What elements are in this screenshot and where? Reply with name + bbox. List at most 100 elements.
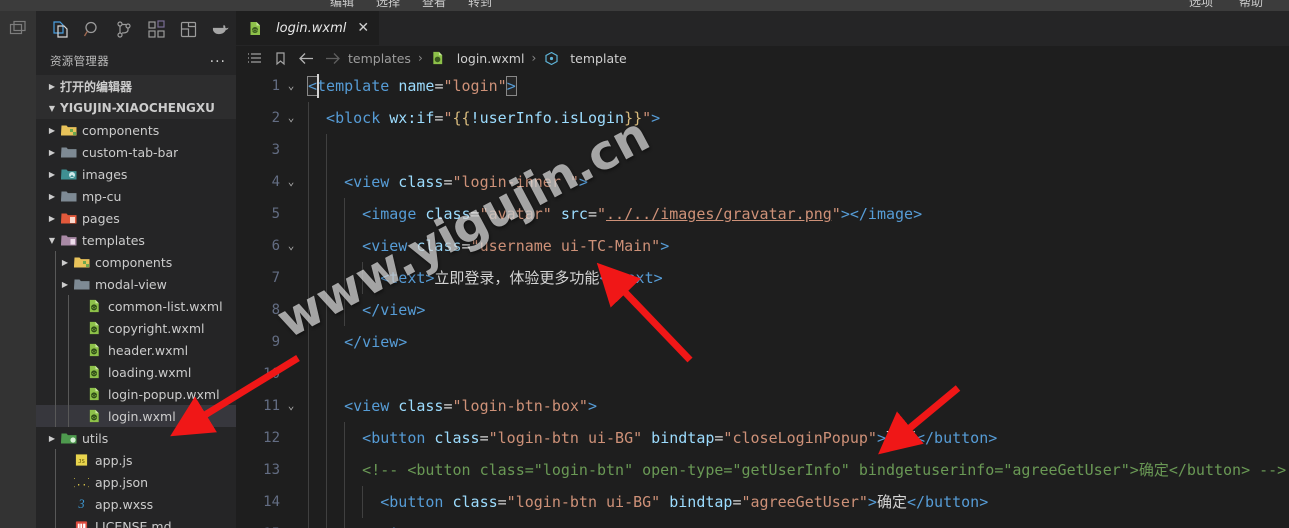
arrow-right-icon: [322, 48, 342, 68]
code-line-2[interactable]: 2 ⌄ <block wx:if="{{!userInfo.isLogin}}">: [236, 102, 1289, 134]
code-line-5[interactable]: 5 <image class="avatar" src="../../images…: [236, 198, 1289, 230]
code-line-3[interactable]: 3: [236, 134, 1289, 166]
tree-folder-components[interactable]: ▶ components: [36, 119, 236, 141]
tree-folder-components[interactable]: ▶ components: [36, 251, 236, 273]
wxml-file-icon: <>: [86, 321, 103, 336]
menu-item-select[interactable]: 选择: [376, 0, 400, 8]
code-line-12[interactable]: 12 <button class="login-btn ui-BG" bindta…: [236, 422, 1289, 454]
menu-item-edit[interactable]: 编辑: [330, 0, 354, 8]
tree-folder-templates[interactable]: ▼ templates: [36, 229, 236, 251]
search-icon[interactable]: [76, 14, 108, 44]
indent-guide: [326, 294, 328, 326]
breadcrumb-item-login-wxml[interactable]: login.wxml: [430, 51, 524, 66]
code-line-text: </view>: [344, 326, 407, 358]
code-line-1[interactable]: 1 ⌄ <template name="login">: [236, 70, 1289, 102]
tree-file-copyright-wxml[interactable]: <> copyright.wxml: [36, 317, 236, 339]
line-number: 8: [271, 302, 280, 318]
sidebar-section-open-editors[interactable]: ▶ 打开的编辑器: [36, 75, 236, 97]
tree-file-common-list-wxml[interactable]: <> common-list.wxml: [36, 295, 236, 317]
wxml-file-icon: [430, 51, 447, 66]
tree-file-login-popup-wxml[interactable]: <> login-popup.wxml: [36, 383, 236, 405]
tree-file-header-wxml[interactable]: <> header.wxml: [36, 339, 236, 361]
code-line-15[interactable]: 15 </view>: [236, 518, 1289, 528]
code-line-13[interactable]: 13 <!-- <button class="login-btn" open-ty…: [236, 454, 1289, 486]
code-line-4[interactable]: 4 ⌄ <view class="login-inner ">: [236, 166, 1289, 198]
tree-folder-modal-view[interactable]: ▶ modal-view: [36, 273, 236, 295]
indent-guide: [326, 134, 328, 166]
code-token-ws: [380, 109, 389, 127]
tree-item-label: components: [95, 254, 173, 270]
bookmark-icon[interactable]: [270, 48, 290, 68]
code-token-cmt: <!-- <button class="login-btn" open-type…: [362, 461, 1287, 479]
tree-file-loading-wxml[interactable]: <> loading.wxml: [36, 361, 236, 383]
chevron-right-icon: ▶: [48, 191, 56, 201]
breadcrumb-item-template-symbol[interactable]: template: [543, 51, 627, 66]
fold-chevron-down-icon[interactable]: ⌄: [284, 70, 298, 102]
outline-list-icon[interactable]: [244, 48, 264, 68]
code-token-punct-bracket: >: [505, 76, 517, 96]
indent-guide: [308, 390, 309, 422]
code-editor[interactable]: 1 ⌄ <template name="login"> 2 ⌄ <block wx:if=…: [236, 70, 1289, 528]
tree-file-app-json[interactable]: {..} app.json: [36, 471, 236, 493]
arrow-left-icon[interactable]: [296, 48, 316, 68]
fold-chevron-down-icon[interactable]: ⌄: [284, 230, 298, 262]
folder-utils-icon: [60, 431, 77, 446]
sidebar-section-project[interactable]: ▼ YIGUJIN-XIAOCHENGXU: [36, 97, 236, 119]
tree-folder-utils[interactable]: ▶ utils: [36, 427, 236, 449]
fold-chevron-down-icon[interactable]: ⌄: [284, 166, 298, 198]
tree-file-license-md[interactable]: LICENSE.md: [36, 515, 236, 528]
svg-text:<>: <>: [91, 350, 97, 355]
tree-indent-guide: [68, 295, 69, 317]
tree-indent-guide: [55, 339, 56, 361]
code-token-eq: =: [497, 493, 507, 511]
code-line-14[interactable]: 14 <button class="login-btn ui-BG" bindta…: [236, 486, 1289, 518]
tree-folder-custom-tab-bar[interactable]: ▶ custom-tab-bar: [36, 141, 236, 163]
close-icon[interactable]: ✕: [357, 21, 369, 35]
layout-panel-icon[interactable]: [0, 11, 36, 47]
fold-chevron-down-icon[interactable]: ⌄: [284, 102, 298, 134]
folder-components-icon: [60, 123, 77, 138]
breadcrumb-separator: ›: [417, 51, 423, 65]
menu-item-goto[interactable]: 转到: [468, 0, 492, 8]
tree-folder-pages[interactable]: ▶ pages: [36, 207, 236, 229]
tree-folder-images[interactable]: ▶ images: [36, 163, 236, 185]
indent-guide: [326, 326, 328, 358]
line-number: 5: [271, 206, 280, 222]
code-token-str: "agreeGetUser": [741, 493, 868, 511]
indent-guide: [344, 294, 346, 326]
fold-chevron-down-icon[interactable]: ⌄: [284, 390, 298, 422]
code-token-attr: bindtap: [669, 493, 733, 511]
menu-item-help[interactable]: 帮助: [1239, 0, 1263, 8]
breadcrumb-item-templates[interactable]: templates: [348, 51, 411, 66]
code-line-11[interactable]: 11 ⌄ <view class="login-btn-box">: [236, 390, 1289, 422]
tree-item-label: components: [82, 122, 160, 138]
code-token-eq: =: [470, 205, 480, 223]
wxml-file-icon: <>: [86, 387, 103, 402]
menu-item-view[interactable]: 查看: [422, 0, 446, 8]
tree-folder-mp-cu[interactable]: ▶ mp-cu: [36, 185, 236, 207]
code-line-7[interactable]: 7 <text>立即登录，体验更多功能</text>: [236, 262, 1289, 294]
explorer-more-actions-icon[interactable]: ...: [210, 50, 226, 66]
tree-indent-guide: [68, 383, 69, 405]
code-token-str: "login-btn ui-BG": [488, 429, 643, 447]
save-all-icon[interactable]: [172, 14, 204, 44]
tree-item-label: templates: [82, 232, 145, 248]
line-number: 14: [263, 494, 280, 510]
docker-icon[interactable]: [204, 14, 236, 44]
editor-tab-login-wxml[interactable]: <> login.wxml ✕: [236, 11, 381, 45]
tree-file-login-wxml[interactable]: <> login.wxml: [36, 405, 236, 427]
code-line-8[interactable]: 8 </view>: [236, 294, 1289, 326]
code-token-str: "login": [443, 77, 507, 95]
code-line-9[interactable]: 9 </view>: [236, 326, 1289, 358]
source-control-icon[interactable]: [108, 14, 140, 44]
explorer-icon[interactable]: [44, 14, 76, 44]
tree-file-app-js[interactable]: JS app.js: [36, 449, 236, 471]
tree-file-app-wxss[interactable]: 3 app.wxss: [36, 493, 236, 515]
extensions-icon[interactable]: [140, 14, 172, 44]
code-line-6[interactable]: 6 ⌄ <view class="username ui-TC-Main">: [236, 230, 1289, 262]
code-token-tag: >: [660, 237, 670, 255]
menu-item-options[interactable]: 选项: [1189, 0, 1213, 8]
code-line-10[interactable]: 10: [236, 358, 1289, 390]
code-token-tag: <text>: [380, 269, 435, 287]
code-token-str: ": [831, 205, 841, 223]
